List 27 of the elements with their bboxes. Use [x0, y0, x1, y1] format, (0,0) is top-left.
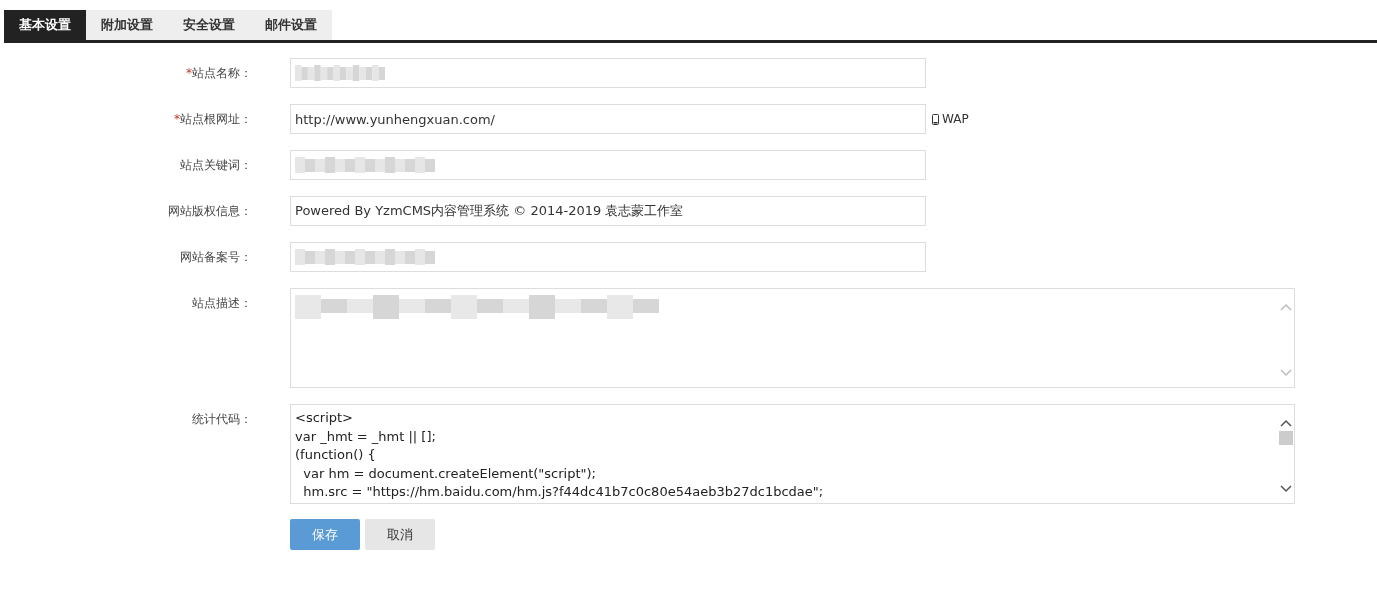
textarea-field[interactable]: <script> var _hmt = _hmt || []; (function() { var hm = document.createElement("script"); hm.src = "https://hm.baidu.com/hm.js?f44dc41b7c0c80e54aeb3b27dc1bcdae"; [290, 404, 1295, 504]
wap-link[interactable]: WAP [942, 112, 969, 126]
scroll-up-icon[interactable] [1279, 419, 1292, 427]
input-field[interactable] [290, 242, 926, 272]
field-label: 站点描述： [191, 295, 252, 312]
tab[interactable]: 安全设置 [168, 10, 250, 40]
tab[interactable]: 附加设置 [86, 10, 168, 40]
field-label: 网站备案号： [179, 249, 252, 266]
code-text: <script> var _hmt = _hmt || []; (function() { var hm = document.createElement("script"); hm.src = "https://hm.baidu.com/hm.js?f44dc41b7c0c80e54aeb3b27dc1bcdae"; [295, 409, 825, 501]
tab[interactable]: 基本设置 [4, 10, 86, 40]
field-value: http://www.yunhengxuan.com/ [295, 111, 495, 127]
input-field[interactable]: Powered By YzmCMS内容管理系统 © 2014-2019 袁志蒙工作室 [290, 196, 926, 226]
field-label: *站点根网址： [173, 111, 252, 128]
textarea-field[interactable] [290, 288, 1295, 388]
field-label: *站点名称： [185, 65, 252, 82]
scroll-thumb[interactable] [1278, 431, 1293, 445]
cancel-button[interactable]: 取消 [365, 519, 435, 550]
tab[interactable]: 邮件设置 [250, 10, 332, 40]
input-field[interactable] [290, 58, 926, 88]
scroll-down-icon[interactable] [1279, 485, 1292, 493]
input-field[interactable]: http://www.yunhengxuan.com/ [290, 104, 926, 134]
field-label: 统计代码： [191, 411, 252, 428]
input-field[interactable] [290, 150, 926, 180]
field-label: 网站版权信息： [167, 203, 252, 220]
field-label: 站点关键词： [179, 157, 252, 174]
field-value: Powered By YzmCMS内容管理系统 © 2014-2019 袁志蒙工作室 [295, 202, 684, 220]
phone-icon [932, 113, 939, 125]
